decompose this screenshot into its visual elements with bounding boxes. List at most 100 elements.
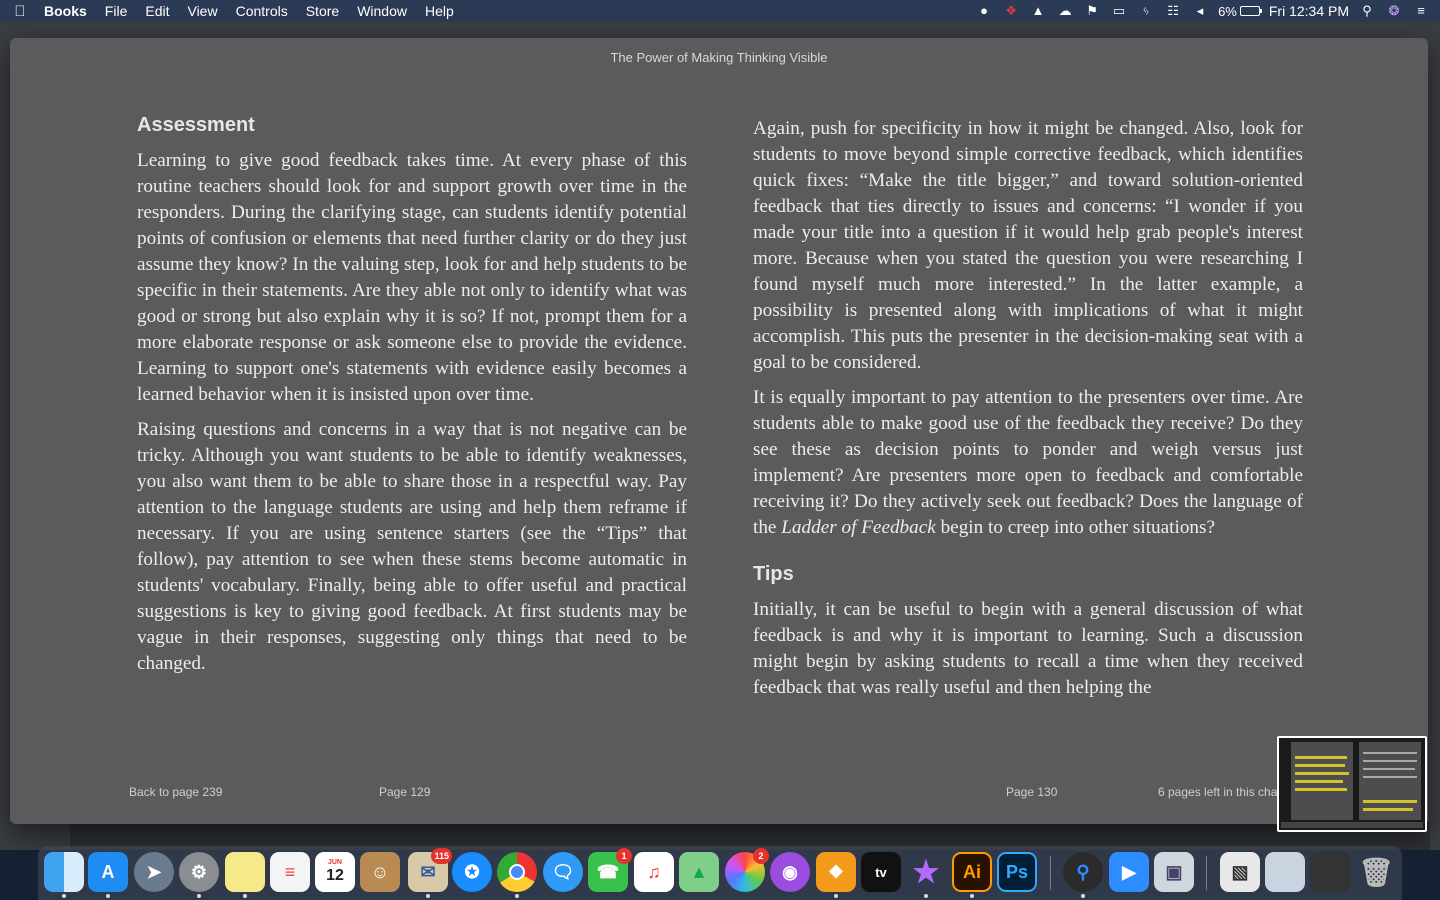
menu-help[interactable]: Help — [416, 0, 463, 22]
screenshot-thumbnail-preview[interactable] — [1277, 736, 1427, 832]
apple-tv-label: tv — [875, 864, 887, 880]
battery-percent: 6% — [1218, 3, 1237, 19]
calendar-month: JUN — [327, 859, 342, 866]
menu-view[interactable]: View — [178, 0, 226, 22]
thumbnail-highlight — [1295, 788, 1347, 791]
section-heading-assessment: Assessment — [137, 114, 255, 136]
siri-icon[interactable]: ❂ — [1385, 3, 1403, 19]
volume-icon[interactable]: ◂ — [1191, 3, 1209, 19]
system-preferences-icon[interactable]: ⚙ — [179, 852, 219, 892]
running-indicator — [62, 894, 66, 898]
thumbnail-highlight — [1363, 800, 1417, 803]
paragraph: Again, push for specificity in how it mi… — [753, 118, 1303, 373]
app-store-icon[interactable]: A — [88, 852, 128, 892]
preview-icon[interactable]: ▣ — [1154, 852, 1194, 892]
wifi-icon[interactable]: ☷ — [1164, 3, 1182, 19]
running-indicator — [106, 894, 110, 898]
thumbnail-highlight — [1295, 772, 1349, 775]
dock-divider — [1206, 856, 1207, 890]
creative-cloud-icon[interactable]: ☁ — [1056, 3, 1074, 19]
running-indicator — [197, 894, 201, 898]
section-heading-tips: Tips — [753, 563, 794, 585]
calendar-day: 12 — [326, 867, 344, 884]
quicktime-icon[interactable]: ⚲ — [1063, 852, 1103, 892]
chrome-window-thumbnail-icon[interactable] — [1265, 852, 1305, 892]
running-indicator — [1081, 894, 1085, 898]
facetime-icon[interactable]: ☎ 1 — [588, 848, 632, 892]
spotlight-search-icon[interactable]: ⚲ — [1358, 3, 1376, 19]
back-to-page-link[interactable]: Back to page 239 — [129, 785, 222, 799]
launchpad-icon[interactable]: ➤ — [134, 852, 174, 892]
siri-orb-icon[interactable]: ● — [975, 3, 993, 19]
menu-file[interactable]: File — [96, 0, 137, 22]
running-indicator — [426, 894, 430, 898]
menu-controls[interactable]: Controls — [227, 0, 297, 22]
safari-icon[interactable]: ✪ — [452, 852, 492, 892]
thumbnail-text-line — [1363, 752, 1417, 754]
paragraph: It is equally important to pay attention… — [753, 385, 1303, 541]
mail-icon[interactable]: ✉ 115 — [408, 848, 452, 892]
podcasts-icon[interactable]: ◉ — [770, 852, 810, 892]
thumbnail-highlight — [1295, 780, 1343, 783]
airplay-icon[interactable]: ▭ — [1110, 3, 1128, 19]
finder-icon[interactable] — [44, 852, 84, 892]
paragraph: Raising questions and concerns in a way … — [137, 419, 687, 674]
thumbnail-text-line — [1363, 768, 1415, 770]
right-page-content: Again, push for specificity in how it mi… — [753, 116, 1303, 710]
dock-divider — [1050, 856, 1051, 890]
thumbnail-text-line — [1363, 776, 1417, 778]
books-reader-window: The Power of Making Thinking Visible Ass… — [10, 38, 1428, 824]
adobe-cc-icon[interactable]: ❖ — [1002, 3, 1020, 19]
messages-icon[interactable]: 🗨 — [543, 852, 583, 892]
illustrator-label: Ai — [963, 861, 981, 882]
contacts-icon[interactable]: ☺ — [360, 852, 400, 892]
maps-icon[interactable]: ▲ — [679, 852, 719, 892]
left-page-content: Assessment Learning to give good feedbac… — [137, 112, 687, 686]
facetime-badge: 1 — [616, 848, 632, 864]
menu-clock[interactable]: Fri 12:34 PM — [1269, 3, 1349, 19]
notification-center-icon[interactable]: ≡ — [1412, 3, 1430, 19]
menu-app-books[interactable]: Books — [40, 0, 96, 22]
menu-window[interactable]: Window — [348, 0, 416, 22]
book-title: The Power of Making Thinking Visible — [610, 50, 828, 65]
reminders-icon[interactable]: ≡ — [270, 852, 310, 892]
books-icon[interactable]: ❖ — [816, 852, 856, 892]
music-icon[interactable]: ♫ — [634, 852, 674, 892]
minimized-window-icon[interactable] — [1310, 852, 1350, 892]
running-indicator — [515, 894, 519, 898]
zoom-icon[interactable]: ▶ — [1109, 852, 1149, 892]
imovie-star-icon[interactable]: ★ — [906, 852, 946, 892]
apple-menu-icon[interactable]:  — [0, 3, 40, 20]
bluetooth-icon[interactable]: ᛃ — [1137, 3, 1155, 19]
lock-icon[interactable]: ⚑ — [1083, 3, 1101, 19]
mail-badge: 115 — [431, 848, 452, 864]
thumbnail-highlight — [1295, 764, 1345, 767]
italic-title: Ladder of Feedback — [781, 517, 936, 538]
running-indicator — [924, 894, 928, 898]
photoshop-icon[interactable]: Ps — [997, 852, 1037, 892]
downloads-stack-icon[interactable]: ▧ — [1220, 852, 1260, 892]
photos-icon[interactable]: 2 — [725, 848, 769, 892]
menu-store[interactable]: Store — [297, 0, 348, 22]
chrome-icon[interactable] — [497, 852, 537, 892]
battery-indicator[interactable]: 6% — [1218, 3, 1262, 19]
apple-tv-icon[interactable]: tv — [861, 852, 901, 892]
calendar-icon[interactable]: JUN 12 — [315, 852, 355, 892]
trash-icon[interactable]: 🗑 — [1356, 852, 1396, 892]
photos-badge: 2 — [753, 848, 769, 864]
paragraph-text: begin to creep into other situations? — [935, 517, 1215, 538]
thumbnail-text-line — [1363, 760, 1417, 762]
running-indicator — [243, 894, 247, 898]
running-indicator — [970, 894, 974, 898]
notes-icon[interactable] — [225, 852, 265, 892]
navigation-icon[interactable]: ▲ — [1029, 3, 1047, 19]
menu-edit[interactable]: Edit — [136, 0, 178, 22]
thumbnail-highlight — [1363, 808, 1413, 811]
menu-bar:  Books File Edit View Controls Store Wi… — [0, 0, 1440, 22]
running-indicator — [834, 894, 838, 898]
illustrator-icon[interactable]: Ai — [952, 852, 992, 892]
right-page-number: Page 130 — [1006, 785, 1058, 799]
dock: A ➤ ⚙ ≡ JUN 12 ☺ ✉ 115 ✪ 🗨 ☎ 1 ♫ ▲ 2 ◉ ❖… — [38, 846, 1402, 900]
paragraph-text: It is equally important to pay attention… — [753, 387, 1303, 538]
left-page-number: Page 129 — [379, 785, 431, 799]
